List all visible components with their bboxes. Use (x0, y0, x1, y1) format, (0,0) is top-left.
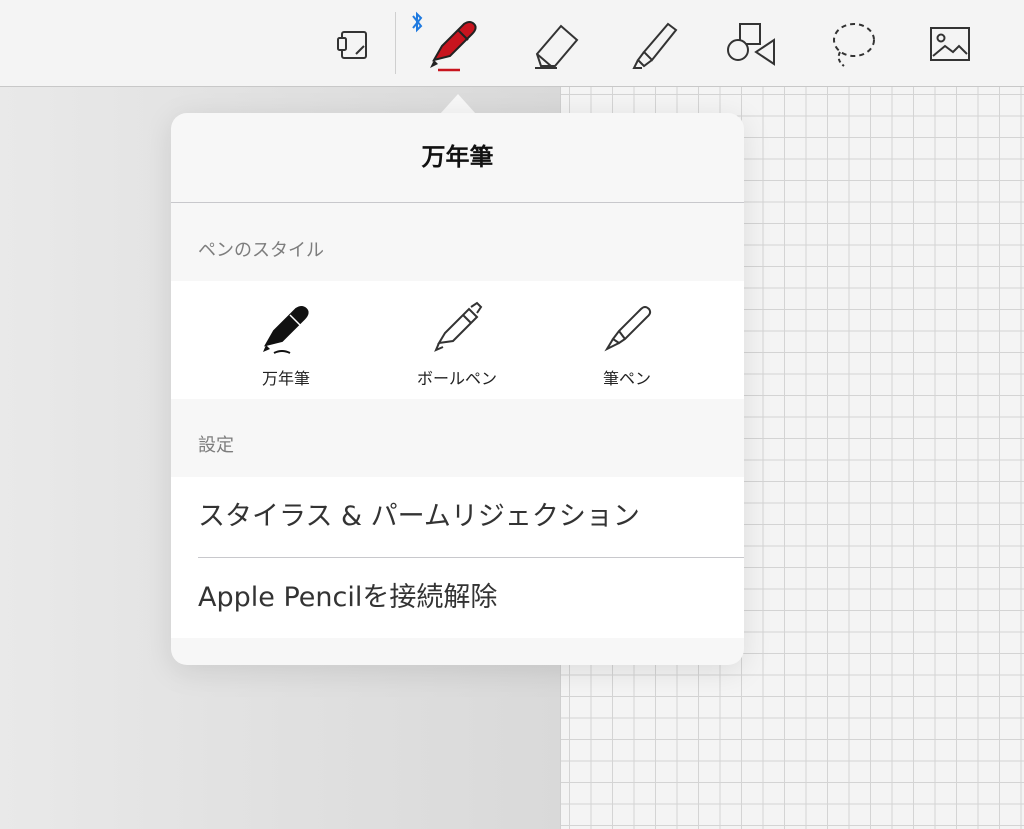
pen-style-fountain[interactable]: 万年筆 (216, 299, 356, 389)
stylus-palm-rejection-row[interactable]: スタイラス & パームリジェクション (171, 477, 744, 557)
brush-pen-icon (604, 306, 652, 352)
popover-title: 万年筆 (171, 113, 744, 203)
pen-style-label: ボールペン (416, 369, 497, 388)
fountain-pen-icon (430, 21, 477, 72)
pen-style-row: 万年筆 ボールペン 筆ペン (171, 281, 744, 399)
popover-arrow (440, 94, 476, 114)
pen-style-label: 筆ペン (602, 369, 651, 388)
image-tool-button[interactable] (920, 14, 980, 74)
fountain-pen-tool-button[interactable] (422, 14, 482, 74)
eraser-icon (535, 24, 579, 69)
pen-style-brush[interactable]: 筆ペン (557, 299, 697, 389)
page-layout-icon (337, 31, 367, 59)
shapes-tool-button[interactable] (720, 14, 780, 74)
settings-list: スタイラス & パームリジェクション Apple Pencilを接続解除 (171, 477, 744, 638)
highlighter-tool-button[interactable] (622, 14, 682, 74)
lasso-tool-button[interactable] (822, 14, 882, 74)
pen-settings-popover: 万年筆 ペンのスタイル 万年筆 ボールペン 筆ペン 設定 スタイラス & パーム… (171, 113, 744, 665)
lasso-icon (833, 23, 875, 67)
shapes-icon (727, 23, 775, 66)
highlighter-icon (632, 22, 678, 69)
settings-section-header: 設定 (198, 435, 234, 456)
image-icon (930, 27, 970, 61)
page-layout-button[interactable] (322, 14, 382, 74)
pen-style-ballpoint[interactable]: ボールペン (387, 299, 527, 389)
toolbar-divider (395, 12, 396, 74)
toolbar (0, 0, 1024, 87)
fountain-pen-icon (263, 306, 309, 354)
pen-style-label: 万年筆 (261, 369, 310, 388)
disconnect-apple-pencil-row[interactable]: Apple Pencilを接続解除 (171, 558, 744, 638)
eraser-tool-button[interactable] (525, 14, 585, 74)
pen-style-section-header: ペンのスタイル (198, 240, 324, 261)
ballpoint-pen-icon (434, 301, 483, 352)
